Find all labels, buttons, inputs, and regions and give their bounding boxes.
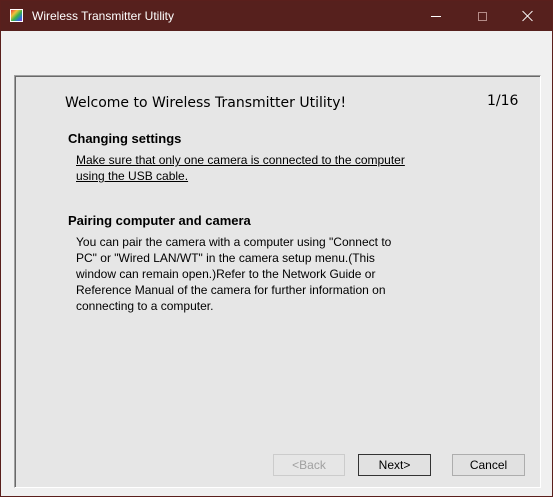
app-window: Wireless Transmitter Utility Welcome to …	[0, 0, 553, 497]
page-counter: 1/16	[487, 93, 519, 109]
wizard-panel: Welcome to Wireless Transmitter Utility!…	[14, 75, 541, 488]
section-title-pairing: Pairing computer and camera	[68, 213, 251, 228]
minimize-button[interactable]	[413, 1, 459, 31]
window-title: Wireless Transmitter Utility	[32, 9, 175, 23]
section-title-changing-settings: Changing settings	[68, 131, 182, 146]
next-button[interactable]: Next>	[358, 454, 431, 476]
close-button[interactable]	[505, 1, 551, 31]
pairing-instruction-text: You can pair the camera with a computer …	[76, 235, 392, 313]
app-icon	[10, 9, 23, 22]
back-button[interactable]: <Back	[273, 454, 345, 476]
title-bar[interactable]: Wireless Transmitter Utility	[1, 1, 552, 31]
maximize-icon	[477, 11, 487, 21]
page-heading: Welcome to Wireless Transmitter Utility!	[65, 95, 347, 111]
cancel-button[interactable]: Cancel	[452, 454, 525, 476]
close-icon	[522, 10, 534, 22]
minimize-icon	[431, 15, 441, 17]
maximize-button[interactable]	[459, 1, 505, 31]
usb-instruction-text: Make sure that only one camera is connec…	[76, 153, 405, 183]
